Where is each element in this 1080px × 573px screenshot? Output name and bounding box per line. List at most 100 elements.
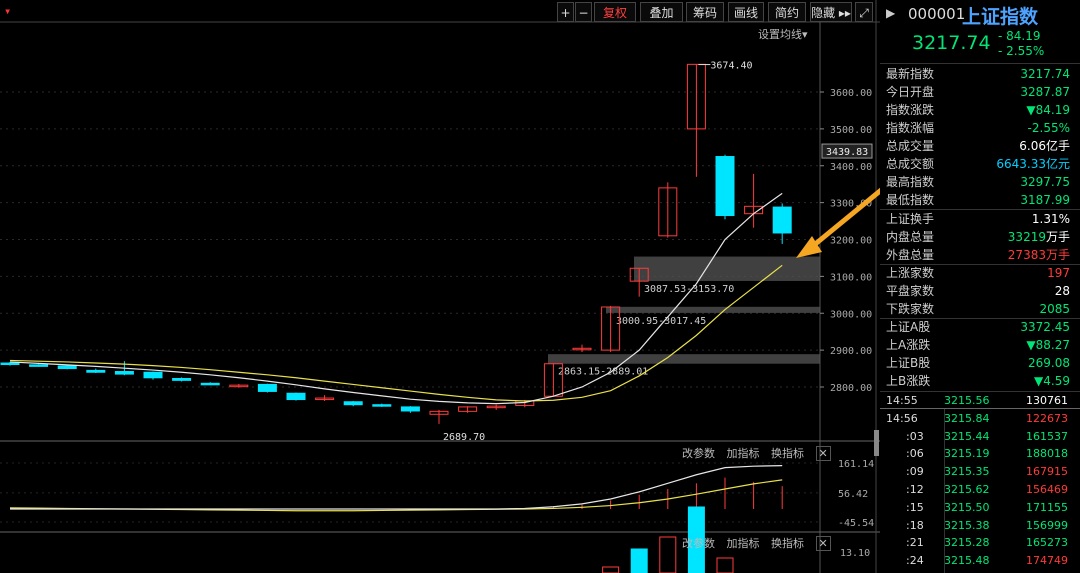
add-indicator-button[interactable]: 加指标 (727, 447, 760, 460)
quote-label: 总成交额 (886, 157, 935, 171)
candle-body (772, 206, 792, 234)
quote-label: 外盘总量 (886, 248, 935, 262)
tick-volume: 188018 (1026, 447, 1068, 461)
index-change-pct: - 2.55% (998, 44, 1045, 58)
quote-label: 上证B股 (886, 356, 931, 370)
quote-value: 197 (1047, 266, 1070, 280)
candle-body (343, 401, 363, 406)
volume-bar (630, 548, 648, 573)
quote-row: 下跌家数 2085 (880, 300, 1076, 318)
candle-body (257, 383, 277, 392)
quote-row: 最新指数 3217.74 (880, 65, 1076, 83)
tick-time: :12 (906, 483, 924, 496)
candle-body (172, 378, 192, 381)
candle-body (143, 371, 163, 379)
quote-value-group: 1.31% (1032, 210, 1070, 228)
ma-settings-button[interactable]: 设置均线▾ (758, 26, 808, 42)
quote-value-group: 269.08 (1028, 354, 1070, 372)
add-indicator-button[interactable]: 加指标 (727, 537, 760, 550)
quote-unit: 亿手 (1045, 139, 1070, 153)
quote-value-group: -2.55% (1028, 119, 1070, 137)
candle-body (114, 371, 134, 375)
quote-row: 上证A股 3372.45 (880, 318, 1076, 336)
quote-row: 上证换手 1.31% (880, 210, 1076, 228)
close-indicator-icon[interactable]: ✕ (815, 446, 831, 461)
tick-volume: 161537 (1026, 429, 1068, 443)
quote-row: 上涨家数 197 (880, 264, 1076, 282)
switch-indicator-button[interactable]: 换指标 (771, 447, 804, 460)
gap-zone (634, 256, 820, 281)
quote-value-group: 3287.87 (1020, 83, 1070, 101)
tick-time: :18 (906, 518, 924, 532)
quote-row: 指数涨跌 ▼84.19 (880, 101, 1076, 119)
candle-body (400, 406, 420, 412)
panel-toggle-handle[interactable] (874, 430, 879, 456)
y-tick-label: 3100.00 (830, 272, 872, 283)
quote-value: 3187.99 (1020, 193, 1070, 207)
high-label: 3674.40 (710, 61, 752, 72)
gap-zone (548, 354, 820, 364)
quote-label: 最高指数 (886, 175, 935, 189)
candle-body (372, 404, 392, 407)
quote-label: 最低指数 (886, 193, 935, 207)
quote-value-group: 3217.74 (1020, 65, 1070, 83)
candle-body (86, 369, 106, 373)
quote-value-group: ▼4.59 (1034, 372, 1070, 390)
tick-row: :21 3215.28 165273 (880, 534, 1076, 552)
tick-time: :24 (906, 554, 924, 568)
change-param-button[interactable]: 改参数 (682, 537, 715, 550)
main-chart[interactable]: 3600.003500.003400.003300.003200.003100.… (0, 0, 880, 573)
tick-volume: 156999 (1026, 518, 1068, 532)
tick-volume: 174749 (1026, 554, 1068, 568)
quote-value: ▼88.27 (1026, 338, 1070, 352)
quote-row: 今日开盘 3287.87 (880, 83, 1076, 101)
quote-value: 3297.75 (1020, 175, 1070, 189)
quote-row: 内盘总量 33219万手 (880, 228, 1076, 246)
tick-row: 14:56 3215.84 122673 (880, 410, 1076, 428)
quote-label: 上A涨跌 (886, 338, 931, 352)
indicator-line-yellow (9, 479, 783, 512)
quote-value-group: 6.06亿手 (1019, 137, 1070, 155)
tick-time: :06 (906, 447, 924, 461)
tick-time: 14:55 (886, 394, 918, 407)
tick-volume: 156469 (1026, 483, 1068, 496)
tick-volume: 171155 (1026, 500, 1068, 514)
tick-row: :18 3215.38 156999 (880, 517, 1076, 535)
quote-label: 上证换手 (886, 212, 935, 226)
candle-body (200, 382, 220, 386)
quote-value-group: 27383万手 (1008, 246, 1070, 264)
quote-label: 今日开盘 (886, 85, 935, 99)
quote-value-group: 3187.99 (1020, 191, 1070, 209)
quote-row: 总成交额 6643.33亿元 (880, 155, 1076, 173)
indicator-line-white (10, 465, 783, 510)
quote-row: 上B涨跌 ▼4.59 (880, 372, 1076, 390)
quote-value: 2085 (1039, 302, 1070, 316)
y-tick-label: 3000.00 (830, 309, 872, 320)
tick-volume: 130761 (1026, 394, 1068, 407)
change-param-button[interactable]: 改参数 (682, 447, 715, 460)
volume-bar (659, 536, 677, 573)
y-tick-label: 3400.00 (830, 162, 872, 173)
quote-value-group: ▼88.27 (1026, 336, 1070, 354)
quote-row: 最高指数 3297.75 (880, 173, 1076, 191)
quote-label: 上涨家数 (886, 266, 935, 280)
indicator-controls-1: 改参数 加指标 换指标 ✕ (682, 445, 831, 461)
tick-time: 14:56 (886, 411, 918, 425)
quote-row: 最低指数 3187.99 (880, 191, 1076, 209)
quote-value: 269.08 (1028, 356, 1070, 370)
indicator-y-label: -45.54 (838, 518, 874, 529)
close-indicator-icon[interactable]: ✕ (815, 536, 831, 551)
low-label: 2689.70 (443, 432, 485, 443)
quote-value: 6643.33 (996, 157, 1046, 171)
panel-collapse-icon[interactable]: ▶ (886, 6, 895, 20)
quote-label: 上B涨跌 (886, 374, 931, 388)
quote-value-group: 33219万手 (1008, 228, 1070, 246)
quote-row: 外盘总量 27383万手 (880, 246, 1076, 264)
tick-price: 3215.35 (944, 465, 990, 479)
quote-value-group: 197 (1047, 264, 1070, 282)
quote-value-group: 3297.75 (1020, 173, 1070, 191)
switch-indicator-button[interactable]: 换指标 (771, 537, 804, 550)
quote-unit: 万手 (1045, 230, 1070, 244)
tick-volume: 122673 (1026, 411, 1068, 425)
tick-time: :15 (906, 500, 924, 514)
